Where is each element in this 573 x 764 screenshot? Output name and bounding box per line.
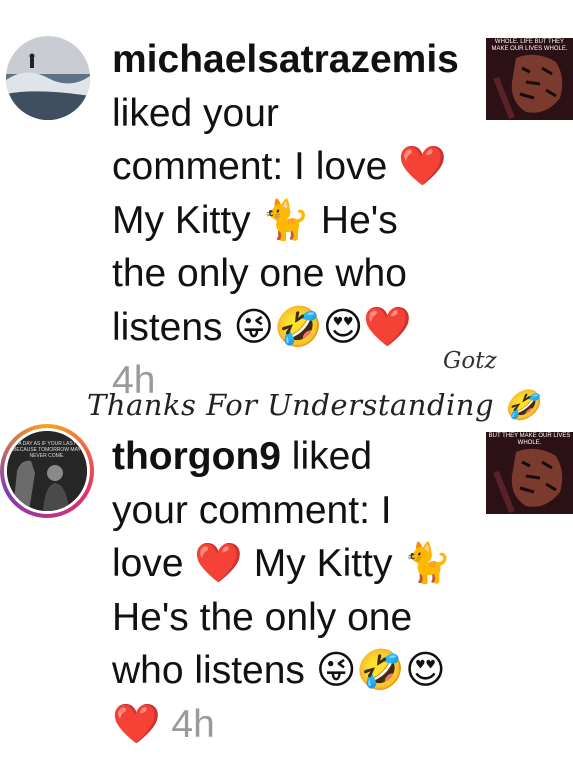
thumbnail-caption: WHOLE. LIFE BUT THEY MAKE OUR LIVES WHOL… [491,39,568,52]
cat-emoji: 🐈 [261,198,311,242]
username-link[interactable]: thorgon9 [112,435,281,478]
comment-text: My Kitty [112,198,262,242]
avatar-caption: A DAY AS IF YOUR LAST BECAUSE TOMORROW M… [13,441,81,459]
cat-emoji: 🐈 [403,542,452,585]
surfer-photo [6,36,90,120]
emoji-group: 😜🤣😍❤️ [233,305,412,349]
signature-text: Gotz [443,348,497,374]
action-text: liked your comment: I love [112,91,399,189]
post-thumbnail[interactable]: BUT THEY MAKE OUR LIVES WHOLE. [486,432,573,514]
heart-emoji: ❤️ [398,145,447,188]
notification-item[interactable]: A DAY AS IF YOUR LAST BECAUSE TOMORROW M… [0,410,573,764]
heart-emoji: ❤️ [194,542,243,585]
notification-text: michaelsatrazemis liked your comment: I … [112,33,459,408]
notification-text: thorgon9 liked your comment: I love ❤️ M… [112,430,457,751]
avatar[interactable] [6,36,90,120]
comment-text: My Kitty [242,542,404,585]
timestamp: 4h [171,702,215,746]
username-link[interactable]: michaelsatrazemis [112,38,459,81]
avatar-with-story-ring[interactable]: A DAY AS IF YOUR LAST BECAUSE TOMORROW M… [0,424,94,518]
watermark-text: Thanks For Understanding 🤣 [87,388,541,422]
thumbnail-caption: BUT THEY MAKE OUR LIVES WHOLE. [488,433,571,446]
avatar-photo: A DAY AS IF YOUR LAST BECAUSE TOMORROW M… [7,431,87,511]
notification-item[interactable]: michaelsatrazemis liked your comment: I … [0,0,573,402]
post-thumbnail[interactable]: WHOLE. LIFE BUT THEY MAKE OUR LIVES WHOL… [486,38,573,120]
